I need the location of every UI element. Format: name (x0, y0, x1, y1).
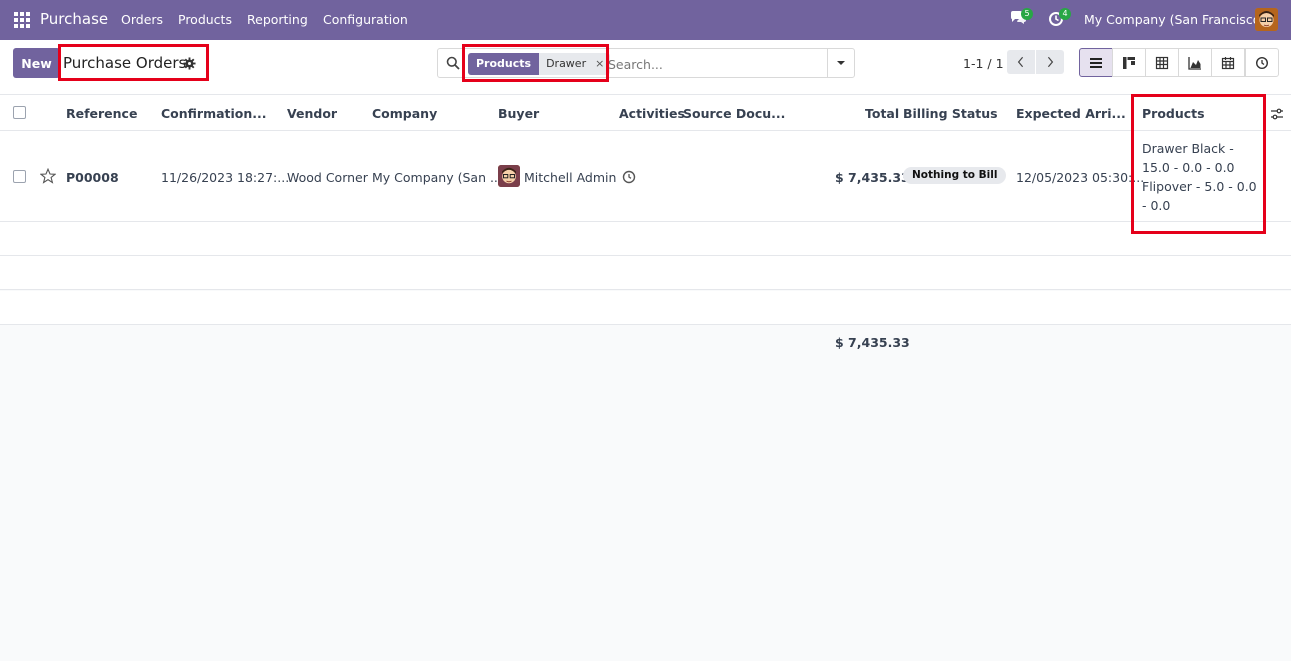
menu-reporting[interactable]: Reporting (247, 12, 308, 27)
area-chart-icon (1188, 56, 1201, 70)
cell-total: $ 7,435.33 (835, 170, 910, 185)
new-button[interactable]: New (13, 48, 60, 78)
search-input[interactable] (608, 53, 826, 75)
gear-icon[interactable] (183, 57, 196, 70)
star-icon[interactable] (40, 168, 56, 184)
facet-label: Products (468, 53, 540, 75)
cell-expected-arrival: 12/05/2023 05:30:... (1016, 170, 1145, 185)
billing-status-badge: Nothing to Bill (903, 167, 1007, 184)
facet-value-text: Drawer (546, 57, 587, 70)
column-confirmation[interactable]: Confirmation... (161, 106, 267, 121)
search-icon[interactable] (446, 56, 460, 70)
column-vendor[interactable]: Vendor (287, 106, 337, 121)
search-options-toggle[interactable] (827, 49, 854, 77)
menu-configuration[interactable]: Configuration (323, 12, 408, 27)
pager-value[interactable]: 1-1 / 1 (963, 56, 1004, 71)
list-view-icon (1090, 57, 1102, 68)
column-buyer[interactable]: Buyer (498, 106, 539, 121)
view-calendar-button[interactable] (1211, 48, 1245, 77)
search-bar: Products Drawer × (437, 48, 855, 78)
empty-row (0, 291, 1291, 325)
user-avatar[interactable] (1255, 8, 1278, 31)
column-reference[interactable]: Reference (66, 106, 137, 121)
column-products[interactable]: Products (1142, 106, 1205, 121)
column-activities[interactable]: Activities (619, 106, 685, 121)
row-checkbox[interactable] (13, 170, 26, 183)
empty-row (0, 256, 1291, 290)
kanban-view-icon (1123, 56, 1135, 69)
list-view: Reference Confirmation... Vendor Company… (0, 94, 1291, 661)
top-navbar: Purchase Orders Products Reporting Confi… (0, 0, 1291, 40)
menu-orders[interactable]: Orders (121, 12, 163, 27)
cell-reference: P00008 (66, 170, 119, 185)
cell-confirmation: 11/26/2023 18:27:... (161, 170, 290, 185)
chevron-right-icon (1047, 56, 1054, 68)
pager-next-button[interactable] (1036, 50, 1064, 74)
column-source-document[interactable]: Source Docu... (683, 106, 785, 121)
view-kanban-button[interactable] (1112, 48, 1146, 77)
avatar-face-icon (1255, 8, 1278, 31)
messages-count-badge: 5 (1021, 8, 1033, 20)
cell-products: Drawer Black - 15.0 - 0.0 - 0.0 Flipover… (1142, 139, 1264, 215)
view-graph-button[interactable] (1178, 48, 1212, 77)
view-activity-button[interactable] (1245, 48, 1279, 77)
view-pivot-button[interactable] (1145, 48, 1179, 77)
column-company[interactable]: Company (372, 106, 437, 121)
cell-buyer: Mitchell Admin (524, 170, 617, 185)
clock-icon (1255, 56, 1269, 69)
product-line: Flipover - 5.0 - 0.0 - 0.0 (1142, 179, 1257, 213)
select-all-checkbox[interactable] (13, 106, 26, 119)
pager-previous-button[interactable] (1007, 50, 1035, 74)
cell-vendor: Wood Corner (287, 170, 368, 185)
facet-remove-icon[interactable]: × (595, 53, 604, 75)
search-facet-products: Products Drawer × (468, 53, 611, 75)
table-header: Reference Confirmation... Vendor Company… (0, 95, 1291, 131)
optional-columns-icon[interactable] (1270, 107, 1284, 121)
calendar-icon (1221, 56, 1235, 69)
table-row[interactable]: P00008 11/26/2023 18:27:... Wood Corner … (0, 131, 1291, 222)
cell-company: My Company (San ... (372, 170, 502, 185)
footer-total: $ 7,435.33 (835, 335, 910, 350)
menu-products[interactable]: Products (178, 12, 232, 27)
chevron-left-icon (1017, 56, 1024, 68)
column-expected-arrival[interactable]: Expected Arri... (1016, 106, 1126, 121)
facet-value: Drawer × (539, 53, 611, 75)
page-title[interactable]: Purchase Orders (63, 54, 186, 72)
empty-row (0, 222, 1291, 256)
caret-down-icon (837, 61, 845, 65)
app-name[interactable]: Purchase (40, 10, 108, 28)
product-line: Drawer Black - 15.0 - 0.0 - 0.0 (1142, 141, 1235, 175)
company-switcher[interactable]: My Company (San Francisco) (1084, 12, 1265, 27)
view-list-button[interactable] (1079, 48, 1113, 77)
buyer-avatar (498, 165, 520, 187)
column-total[interactable]: Total (865, 106, 899, 121)
column-billing-status[interactable]: Billing Status (903, 106, 998, 121)
activity-clock-icon[interactable] (622, 170, 636, 184)
apps-menu-icon[interactable] (14, 12, 30, 28)
activities-count-badge: 4 (1059, 8, 1071, 20)
pivot-view-icon (1155, 56, 1169, 69)
avatar-face-icon (498, 165, 520, 187)
